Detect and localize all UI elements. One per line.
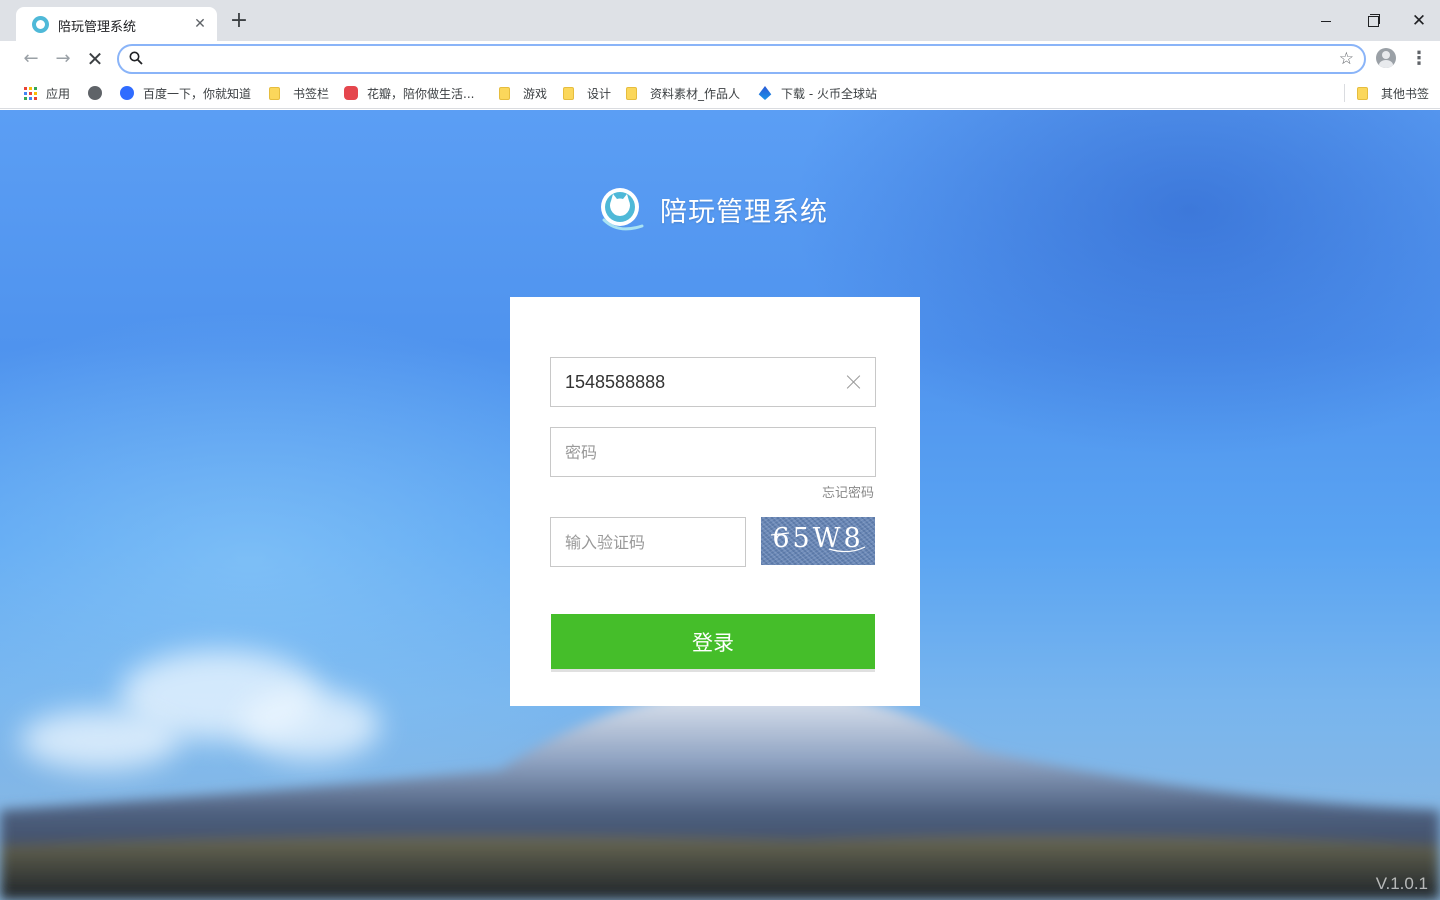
cat-logo-icon: [32, 16, 49, 33]
bookmark-label: 花瓣，陪你做生活...: [367, 86, 475, 101]
bookmark-folder-design[interactable]: 设计: [563, 83, 611, 103]
bookmark-label: 设计: [587, 86, 612, 101]
bookmark-other[interactable]: 其他书签: [1357, 83, 1429, 103]
username-input[interactable]: [551, 358, 875, 406]
bookmark-folder-bookmarks[interactable]: 书签栏: [269, 83, 329, 103]
bookmark-huobi[interactable]: 下载 - 火币全球站: [758, 83, 877, 103]
password-input[interactable]: [551, 428, 875, 476]
bookmark-huaban[interactable]: 花瓣，陪你做生活...: [344, 83, 474, 103]
bookmark-apps[interactable]: 应用: [24, 83, 70, 103]
globe-icon: [88, 86, 102, 100]
password-field[interactable]: [550, 427, 876, 477]
version-label: V.1.0.1: [1375, 874, 1428, 893]
bookmark-label: 书签栏: [293, 86, 330, 101]
address-input[interactable]: [151, 49, 1311, 69]
stop-loading-button[interactable]: ✕: [82, 46, 108, 72]
bookmark-label: 其他书签: [1381, 86, 1430, 101]
captcha-image[interactable]: 65W8: [761, 517, 875, 565]
app-brand: 陪玩管理系统: [598, 186, 828, 232]
captcha-text: 65W8: [772, 523, 864, 554]
bookmark-globe[interactable]: [88, 83, 111, 103]
restore-button[interactable]: [1358, 8, 1388, 34]
folder-icon: [1357, 86, 1368, 100]
folder-icon: [499, 86, 510, 100]
tab-close-button[interactable]: ✕: [191, 15, 209, 33]
bookmark-folder-games[interactable]: 游戏: [499, 83, 547, 103]
folder-icon: [563, 86, 574, 100]
baidu-paw-icon: [120, 86, 134, 100]
new-tab-button[interactable]: +: [228, 10, 250, 32]
username-field[interactable]: [550, 357, 876, 407]
browser-toolbar: ← → ✕ ☆ ⋮: [0, 41, 1440, 77]
address-bar[interactable]: ☆: [117, 44, 1366, 74]
cat-logo-icon: [601, 188, 644, 231]
captcha-input[interactable]: [551, 518, 745, 566]
forward-button[interactable]: →: [50, 46, 76, 72]
bookmark-label: 百度一下，你就知道: [143, 86, 252, 101]
tab-strip: 陪玩管理系统 ✕ + ✕: [0, 0, 1440, 41]
apps-grid-icon: [24, 86, 37, 100]
login-page: 陪玩管理系统 忘记密码 65W8 登录 V.1.0.1: [0, 110, 1440, 900]
window-close-button[interactable]: ✕: [1404, 8, 1434, 34]
captcha-field[interactable]: [550, 517, 746, 567]
bookmark-label: 资料素材_作品人: [650, 86, 741, 101]
bookmark-folder-materials[interactable]: 资料素材_作品人: [626, 83, 740, 103]
search-icon: [129, 51, 143, 65]
huobi-icon: [758, 86, 772, 100]
bookmark-label: 游戏: [523, 86, 548, 101]
tab-title: 陪玩管理系统: [58, 20, 137, 35]
forgot-password-link[interactable]: 忘记密码: [822, 482, 874, 501]
login-button[interactable]: 登录: [551, 614, 875, 672]
profile-avatar-icon[interactable]: [1376, 48, 1396, 68]
bookmark-star-icon[interactable]: ☆: [1339, 48, 1354, 70]
bookmark-baidu[interactable]: 百度一下，你就知道: [120, 83, 251, 103]
bookmark-label: 下载 - 火币全球站: [781, 86, 877, 101]
huaban-icon: [344, 86, 358, 100]
back-button[interactable]: ←: [18, 46, 44, 72]
login-card: 忘记密码 65W8 登录: [510, 297, 920, 706]
minimize-button[interactable]: [1312, 8, 1342, 34]
bookmarks-divider: [1344, 84, 1345, 102]
bookmark-label: 应用: [46, 86, 71, 101]
folder-icon: [269, 86, 280, 100]
browser-menu-button[interactable]: ⋮: [1410, 47, 1428, 71]
folder-icon: [626, 86, 637, 100]
bookmarks-bar: 应用 百度一下，你就知道 书签栏 花瓣，陪你做生活... 游戏 设计 资料素材_…: [0, 77, 1440, 109]
app-title: 陪玩管理系统: [660, 196, 828, 228]
browser-tab[interactable]: 陪玩管理系统 ✕: [16, 7, 217, 41]
clear-icon[interactable]: [845, 373, 863, 391]
